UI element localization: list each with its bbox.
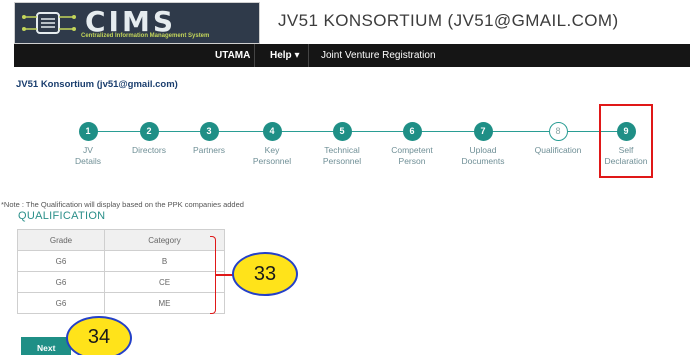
category-cell: ME xyxy=(104,292,225,314)
nav-divider xyxy=(308,44,309,67)
main-navbar: UTAMA Help ▾ Joint Venture Registration xyxy=(14,44,690,67)
logo-subtitle: Centralized Information Management Syste… xyxy=(81,33,210,39)
table-row: G6 CE xyxy=(17,271,225,293)
user-label: JV51 Konsortium (jv51@gmail.com) xyxy=(16,79,178,90)
step-label: Technical Personnel xyxy=(322,145,362,166)
step-number-badge: 3 xyxy=(199,122,219,141)
grade-cell: G6 xyxy=(17,271,105,293)
bracket-pointer xyxy=(216,274,233,276)
step-label: Upload Documents xyxy=(461,145,505,166)
account-title: JV51 KONSORTIUM (JV51@GMAIL.COM) xyxy=(278,11,619,30)
table-row: G6 B xyxy=(17,250,225,272)
highlight-box xyxy=(599,104,653,178)
nav-item-utama[interactable]: UTAMA xyxy=(215,50,250,61)
step-5[interactable]: 5 Technical Personnel xyxy=(302,122,382,167)
step-number-badge: 6 xyxy=(402,122,422,141)
step-number-badge: 2 xyxy=(139,122,159,141)
step-7[interactable]: 7 Upload Documents xyxy=(443,122,523,167)
step-number-badge: 5 xyxy=(332,122,352,141)
grade-cell: G6 xyxy=(17,250,105,272)
column-header-category: Category xyxy=(104,229,225,251)
step-4[interactable]: 4 Key Personnel xyxy=(232,122,312,167)
category-cell: B xyxy=(104,250,225,272)
grade-cell: G6 xyxy=(17,292,105,314)
step-number-badge: 7 xyxy=(473,122,493,141)
qualification-table: Grade Category G6 B G6 CE G6 ME xyxy=(17,229,225,314)
nav-divider xyxy=(254,44,255,67)
step-number-badge: 8 xyxy=(548,122,568,141)
table-row: G6 ME xyxy=(17,292,225,314)
step-6[interactable]: 6 Competent Person xyxy=(372,122,452,167)
app-header: CIMS Centralized Information Management … xyxy=(0,0,690,44)
step-number-badge: 1 xyxy=(78,122,98,141)
next-button[interactable]: Next xyxy=(21,337,71,355)
nav-item-help[interactable]: Help ▾ xyxy=(270,50,299,61)
qualification-note: *Note : The Qualification will display b… xyxy=(1,200,244,209)
cims-logo[interactable]: CIMS Centralized Information Management … xyxy=(14,2,260,44)
category-cell: CE xyxy=(104,271,225,293)
nav-item-jv-registration[interactable]: Joint Venture Registration xyxy=(321,50,436,61)
step-number-badge: 4 xyxy=(262,122,282,141)
table-header-row: Grade Category xyxy=(17,229,225,251)
callout-33: 33 xyxy=(232,252,298,296)
section-title: QUALIFICATION xyxy=(18,210,106,222)
step-label: Competent Person xyxy=(391,145,433,166)
callout-34: 34 xyxy=(66,316,132,355)
circuit-logo-icon xyxy=(22,12,76,34)
step-label: Key Personnel xyxy=(252,145,292,166)
column-header-grade: Grade xyxy=(17,229,105,251)
